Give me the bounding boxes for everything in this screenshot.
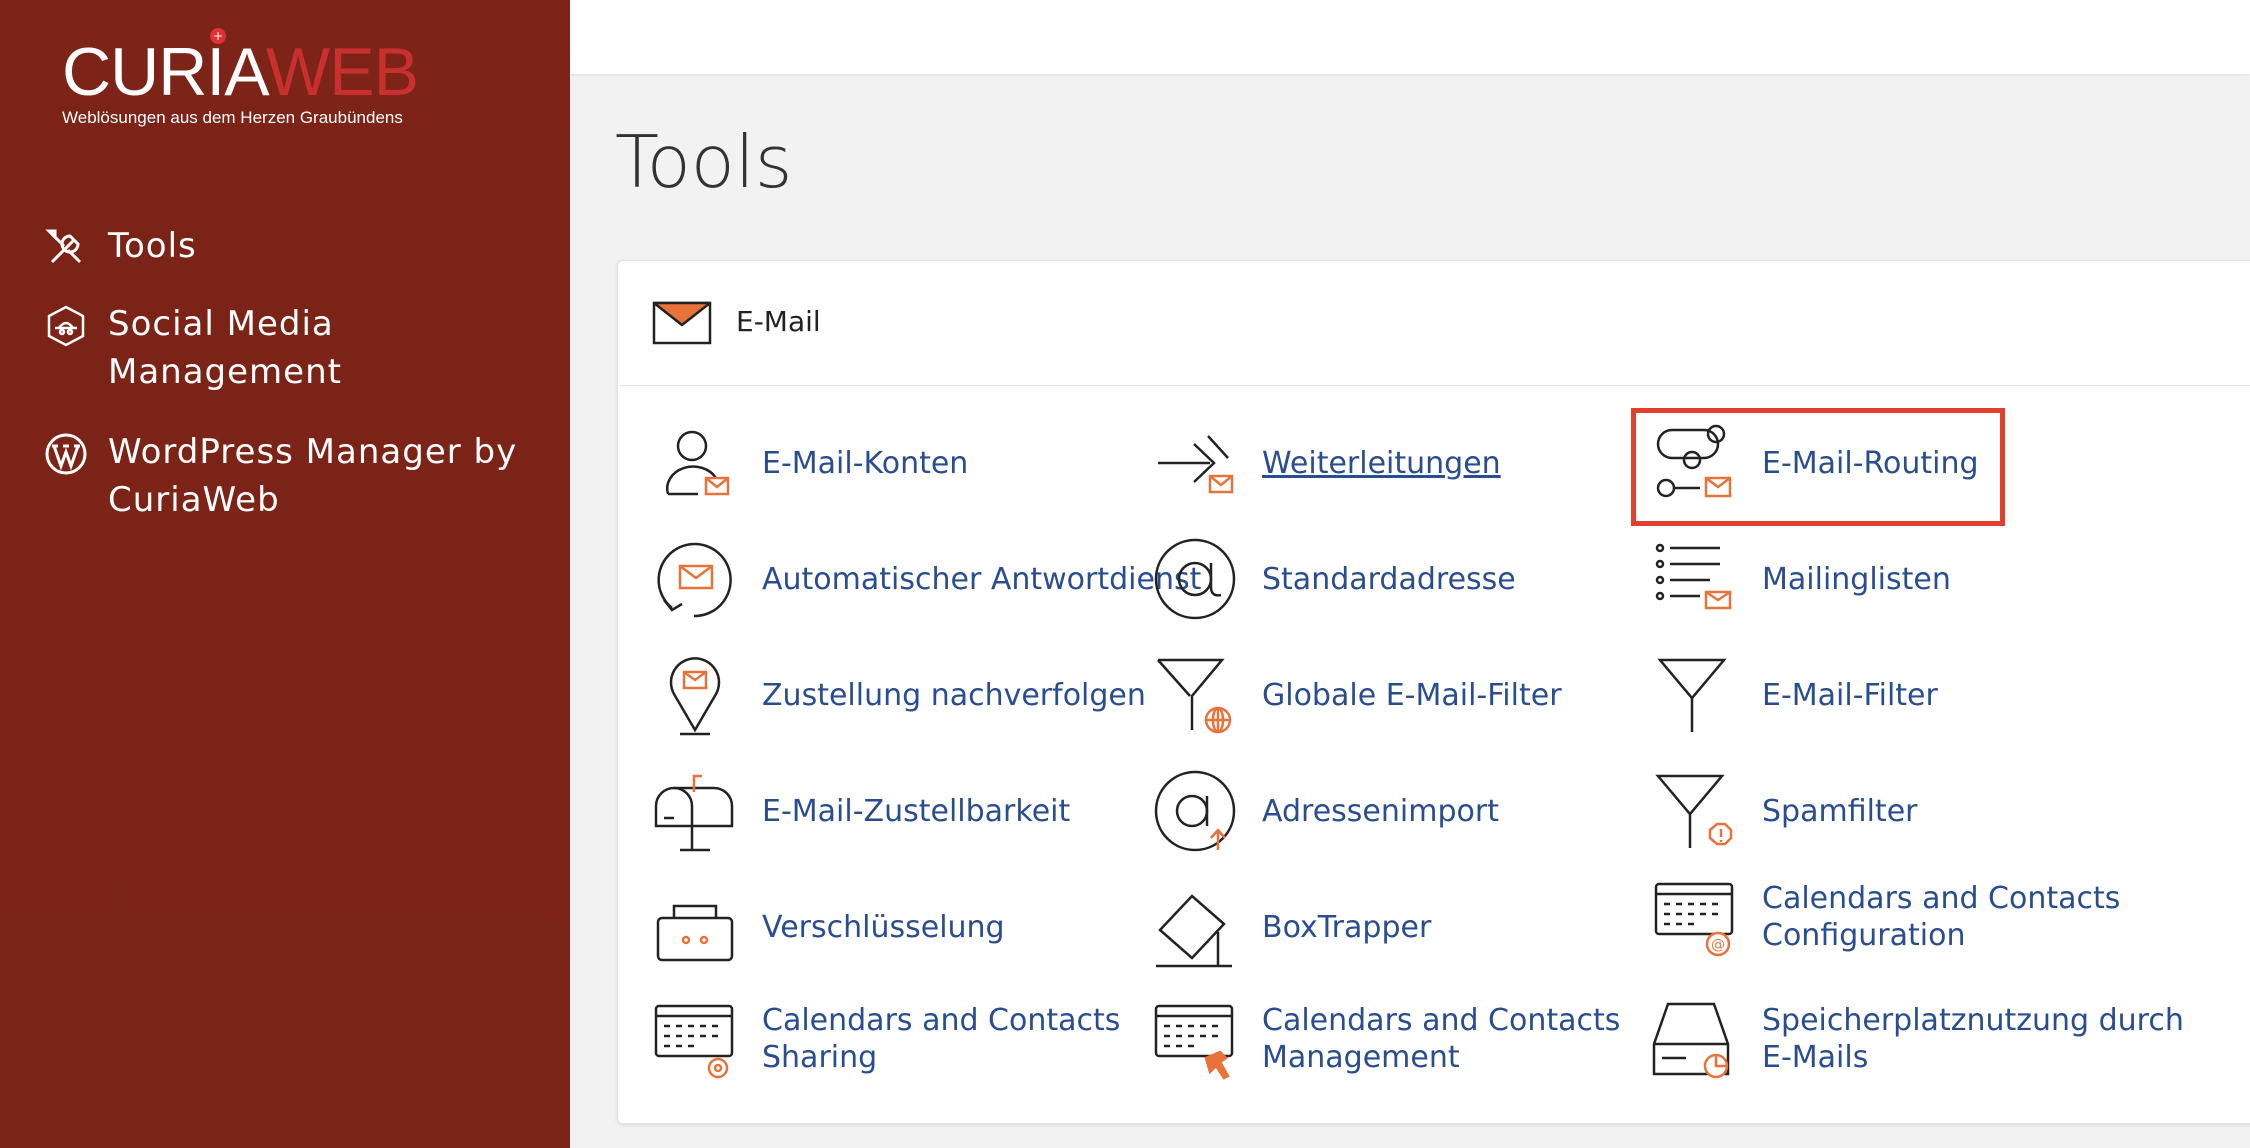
spam-filter-icon (1655, 774, 1733, 848)
sidebar-item-label: Social Media Management (108, 304, 342, 392)
forwarders-icon (1158, 435, 1234, 494)
tool-autoresponder[interactable]: Automatischer Antwortdienst (652, 536, 1201, 622)
page-title: Tools (615, 120, 793, 204)
encryption-icon (656, 904, 734, 962)
tool-default-address[interactable]: Standardadresse (1152, 536, 1516, 622)
mailing-lists-icon (1655, 543, 1732, 610)
tool-boxtrapper[interactable]: BoxTrapper (1152, 884, 1431, 970)
tool-calendar-management[interactable]: Calendars and Contacts Management (1152, 996, 1620, 1082)
envelope-icon (652, 301, 712, 345)
tool-label: Mailinglisten (1762, 561, 1951, 597)
tool-forwarders[interactable]: Weiterleitungen (1152, 420, 1501, 506)
tool-address-import[interactable]: Adressenimport (1152, 768, 1499, 854)
calendar-management-icon (1154, 1004, 1234, 1080)
global-filter-icon (1157, 658, 1232, 734)
tool-global-filter[interactable]: Globale E-Mail-Filter (1152, 652, 1562, 738)
tool-label: E-Mail-Konten (762, 445, 969, 481)
tool-calendar-sharing[interactable]: Calendars and Contacts Sharing (652, 996, 1120, 1082)
email-panel-header[interactable]: E-Mail (618, 261, 2250, 386)
tool-calendar-config[interactable]: @ Calendars and Contacts Configuration (1652, 874, 2120, 960)
tool-label: E-Mail-Zustellbarkeit (762, 793, 1071, 829)
tool-label: Spamfilter (1762, 793, 1918, 829)
tool-label: Zustellung nachverfolgen (762, 677, 1146, 713)
track-delivery-icon (669, 657, 721, 736)
tool-label: Speicherplatznutzung durch E-Mails (1762, 1003, 2184, 1075)
tool-email-accounts[interactable]: E-Mail-Konten (652, 420, 968, 506)
brand-wordmark: CURIAWEB (62, 34, 419, 110)
social-media-icon (47, 305, 85, 347)
brand-logo[interactable]: + CURIAWEB Weblösungen aus dem Herzen Gr… (62, 28, 419, 128)
tool-email-filter[interactable]: E-Mail-Filter (1652, 652, 1938, 738)
email-accounts-icon (666, 430, 730, 496)
tool-mailing-lists[interactable]: Mailinglisten (1652, 536, 1951, 622)
default-address-icon (1154, 538, 1236, 620)
deliverability-icon (654, 774, 734, 852)
tool-label: Verschlüsselung (762, 909, 1005, 945)
tool-disk-usage[interactable]: Speicherplatznutzung durch E-Mails (1652, 996, 2184, 1082)
autoresponder-icon (657, 542, 732, 618)
top-bar (570, 0, 2250, 74)
email-panel-title: E-Mail (736, 305, 821, 338)
disk-usage-icon (1652, 1002, 1730, 1079)
tool-label: Weiterleitungen (1262, 445, 1501, 481)
tool-label: Calendars and Contacts Sharing (762, 1003, 1121, 1075)
sidebar-item-label: Tools (108, 226, 197, 266)
highlight-box (1631, 408, 2005, 526)
email-filter-icon (1657, 658, 1727, 732)
svg-text:@: @ (1711, 937, 1725, 953)
sidebar-item-social-media[interactable]: Social Media Management (44, 300, 374, 396)
calendar-sharing-icon (654, 1004, 734, 1079)
tool-label: Adressenimport (1262, 793, 1499, 829)
tool-label: Standardadresse (1262, 561, 1516, 597)
boxtrapper-icon (1156, 894, 1232, 968)
swiss-cross-icon: + (210, 28, 226, 44)
sidebar: + CURIAWEB Weblösungen aus dem Herzen Gr… (0, 0, 570, 1148)
tool-label: Globale E-Mail-Filter (1262, 677, 1562, 713)
address-import-icon (1154, 770, 1236, 852)
calendar-config-icon: @ (1654, 882, 1734, 957)
wordpress-icon (45, 433, 87, 475)
tool-track-delivery[interactable]: Zustellung nachverfolgen (652, 652, 1146, 738)
brand-tagline: Weblösungen aus dem Herzen Graubündens (62, 108, 403, 127)
tool-label: Calendars and Contacts Configuration (1762, 881, 2121, 953)
tool-label: E-Mail-Filter (1762, 677, 1938, 713)
sidebar-item-wordpress[interactable]: WordPress Manager by CuriaWeb (44, 428, 524, 524)
sidebar-item-tools[interactable]: Tools (44, 222, 197, 270)
tool-spam-filter[interactable]: Spamfilter (1652, 768, 1917, 854)
tools-icon (45, 229, 82, 264)
tool-label: Calendars and Contacts Management (1262, 1003, 1621, 1075)
tool-label: BoxTrapper (1262, 909, 1432, 945)
tool-label: Automatischer Antwortdienst (762, 561, 1202, 597)
sidebar-item-label: WordPress Manager by CuriaWeb (108, 432, 518, 520)
tool-encryption[interactable]: Verschlüsselung (652, 884, 1005, 970)
tool-deliverability[interactable]: E-Mail-Zustellbarkeit (652, 768, 1070, 854)
